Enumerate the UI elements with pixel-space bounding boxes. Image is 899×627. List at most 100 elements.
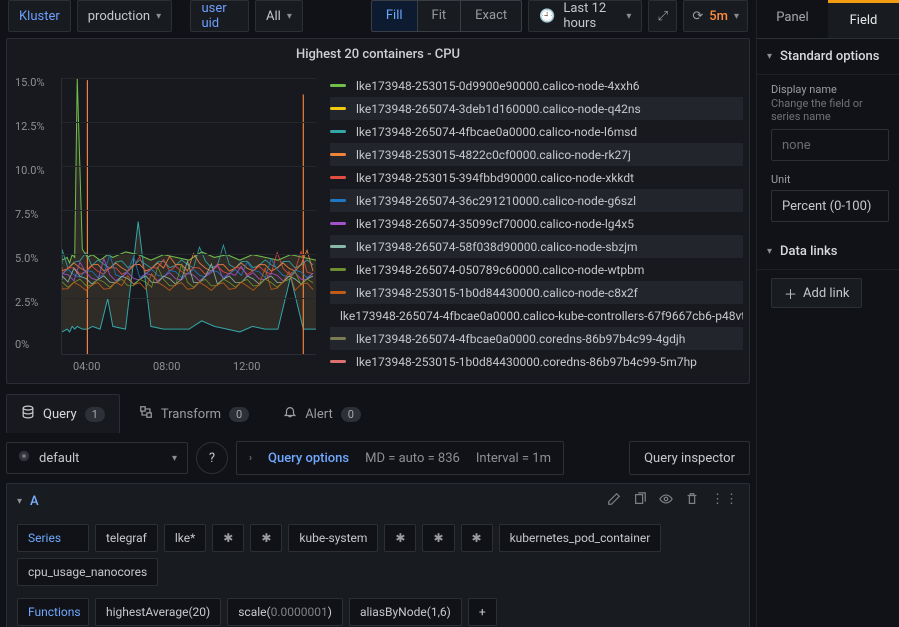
series-segment[interactable]: ✱ xyxy=(250,524,282,552)
legend-item[interactable]: lke173948-265074-4fbcae0a0000.coredns-86… xyxy=(330,327,743,350)
function-segment[interactable]: aliasByNode(1,6) xyxy=(349,598,462,626)
query-row-A: ▾ A ⋮⋮ Series telegraflke*✱✱kube-system✱… xyxy=(6,483,750,627)
series-segment[interactable]: lke* xyxy=(164,524,206,552)
right-tabs: Panel Field xyxy=(757,0,899,39)
legend-swatch xyxy=(330,268,346,271)
series-segment[interactable]: kube-system xyxy=(288,524,378,552)
legend-swatch xyxy=(330,199,346,202)
legend-label: lke173948-253015-0d9900e90000.calico-nod… xyxy=(356,79,640,93)
clock-icon: 🕘 xyxy=(539,9,555,24)
edit-icon[interactable] xyxy=(607,492,621,510)
function-segment[interactable]: scale(0.0000001) xyxy=(227,598,343,626)
legend-label: lke173948-265074-36c291210000.calico-nod… xyxy=(356,194,636,208)
time-range-picker[interactable]: 🕘 Last 12 hours ▾ xyxy=(528,0,642,32)
legend-swatch xyxy=(330,291,346,294)
query-options-toggle[interactable]: Query options xyxy=(268,451,349,466)
chevron-down-icon: ▾ xyxy=(156,11,161,22)
section-standard-options[interactable]: ▾ Standard options xyxy=(757,39,899,75)
legend-label: lke173948-265074-3deb1d160000.calico-nod… xyxy=(356,102,641,116)
display-name-help: Change the field or series name xyxy=(771,97,889,123)
legend-item[interactable]: lke173948-265074-050789c60000.calico-nod… xyxy=(330,258,743,281)
section-data-links[interactable]: ▾ Data links xyxy=(757,234,899,270)
tab-transform[interactable]: Transform0 xyxy=(124,394,264,433)
legend-swatch xyxy=(330,337,346,340)
drag-handle-icon[interactable]: ⋮⋮ xyxy=(711,492,739,510)
query-inspector-button[interactable]: Query inspector xyxy=(629,441,750,475)
legend-label: lke173948-265074-4fbcae0a0000.calico-nod… xyxy=(356,125,637,139)
legend-label: lke173948-253015-394fbbd90000.calico-nod… xyxy=(356,171,634,185)
bell-icon xyxy=(283,405,297,423)
chevron-down-icon: ▾ xyxy=(287,11,292,22)
graphite-icon xyxy=(17,449,31,467)
toolbar: Kluster production▾ user uid All▾ Fill F… xyxy=(0,0,756,32)
query-refid[interactable]: A xyxy=(30,494,39,509)
chart-plot-area[interactable]: 15.0% 12.5% 10.0% 7.5% 5.0% 2.5% 0% 04:0… xyxy=(13,74,318,373)
add-function-button[interactable]: + xyxy=(468,598,497,626)
series-segment[interactable]: kubernetes_pod_container xyxy=(499,524,662,552)
legend-item[interactable]: lke173948-265074-58f038d90000.calico-nod… xyxy=(330,235,743,258)
variable-kluster[interactable]: Kluster xyxy=(8,0,71,32)
eye-icon[interactable] xyxy=(659,492,673,510)
chart-panel: Highest 20 containers - CPU 15.0% 12.5% … xyxy=(6,38,750,384)
panel-title: Highest 20 containers - CPU xyxy=(7,39,749,70)
legend-item[interactable]: lke173948-265074-36c291210000.calico-nod… xyxy=(330,189,743,212)
legend-swatch xyxy=(330,176,346,179)
chevron-right-icon[interactable]: › xyxy=(249,453,252,464)
variable-env[interactable]: production▾ xyxy=(77,0,172,32)
zoom-out-button[interactable]: ⤢ xyxy=(648,0,677,32)
trash-icon[interactable] xyxy=(685,492,699,510)
unit-select[interactable]: Percent (0-100) xyxy=(771,190,889,222)
tab-panel[interactable]: Panel xyxy=(757,0,828,38)
editor-tabs: Query1 Transform0 Alert0 xyxy=(0,394,756,433)
add-link-button[interactable]: ＋ Add link xyxy=(771,278,862,308)
question-icon: ? xyxy=(209,451,215,466)
exact-button[interactable]: Exact xyxy=(461,1,521,31)
chevron-down-icon: ▾ xyxy=(626,11,631,22)
legend-swatch xyxy=(330,360,346,363)
chevron-down-icon: ▾ xyxy=(734,11,739,22)
copy-icon[interactable] xyxy=(633,492,647,510)
legend-swatch xyxy=(330,107,346,110)
chevron-down-icon[interactable]: ▾ xyxy=(17,496,22,507)
tab-field[interactable]: Field xyxy=(828,0,899,38)
series-label: Series xyxy=(17,524,89,552)
function-segment[interactable]: highestAverage(20) xyxy=(95,598,221,626)
chevron-down-icon: ▾ xyxy=(767,51,772,62)
legend-label: lke173948-265074-35099cf70000.calico-nod… xyxy=(356,217,634,231)
datasource-select[interactable]: default▾ xyxy=(6,442,188,474)
display-name-input[interactable]: none xyxy=(771,129,889,161)
legend-item[interactable]: lke173948-265074-35099cf70000.calico-nod… xyxy=(330,212,743,235)
legend-item[interactable]: lke173948-265074-4fbcae0a0000.calico-kub… xyxy=(330,304,743,327)
series-segment[interactable]: ✱ xyxy=(212,524,244,552)
scale-mode-group: Fill Fit Exact xyxy=(371,0,522,32)
datasource-help-button[interactable]: ? xyxy=(196,442,228,474)
series-segment[interactable]: ✱ xyxy=(461,524,493,552)
tab-query[interactable]: Query1 xyxy=(6,394,120,433)
variable-user-uid[interactable]: user uid xyxy=(190,0,249,32)
tab-alert[interactable]: Alert0 xyxy=(268,394,376,433)
legend-label: lke173948-265074-58f038d90000.calico-nod… xyxy=(356,240,638,254)
legend-item[interactable]: lke173948-265074-4fbcae0a0000.calico-nod… xyxy=(330,120,743,143)
legend-item[interactable]: lke173948-253015-0d9900e90000.calico-nod… xyxy=(330,74,743,97)
series-segment[interactable]: cpu_usage_nanocores xyxy=(17,558,158,586)
refresh-icon: ⟳ xyxy=(692,9,703,24)
fit-button[interactable]: Fit xyxy=(418,1,462,31)
legend-label: lke173948-253015-1b0d84430000.calico-nod… xyxy=(356,286,638,300)
legend-item[interactable]: lke173948-253015-1b0d84430000.calico-nod… xyxy=(330,281,743,304)
series-segment[interactable]: ✱ xyxy=(422,524,454,552)
legend-swatch xyxy=(330,130,346,133)
display-name-label: Display name xyxy=(771,83,889,96)
plus-icon: ＋ xyxy=(784,284,797,303)
series-segment[interactable]: ✱ xyxy=(384,524,416,552)
legend-item[interactable]: lke173948-253015-4822c0cf0000.calico-nod… xyxy=(330,143,743,166)
legend-swatch xyxy=(330,222,346,225)
transform-icon xyxy=(139,405,153,423)
legend-item[interactable]: lke173948-265074-3deb1d160000.calico-nod… xyxy=(330,97,743,120)
refresh-button[interactable]: ⟳ 5m ▾ xyxy=(683,0,748,32)
legend-item[interactable]: lke173948-253015-394fbbd90000.calico-nod… xyxy=(330,166,743,189)
variable-all[interactable]: All▾ xyxy=(255,0,303,32)
legend-label: lke173948-265074-050789c60000.calico-nod… xyxy=(356,263,644,277)
legend-item[interactable]: lke173948-253015-1b0d84430000.coredns-86… xyxy=(330,350,743,373)
series-segment[interactable]: telegraf xyxy=(95,524,158,552)
fill-button[interactable]: Fill xyxy=(372,1,418,31)
